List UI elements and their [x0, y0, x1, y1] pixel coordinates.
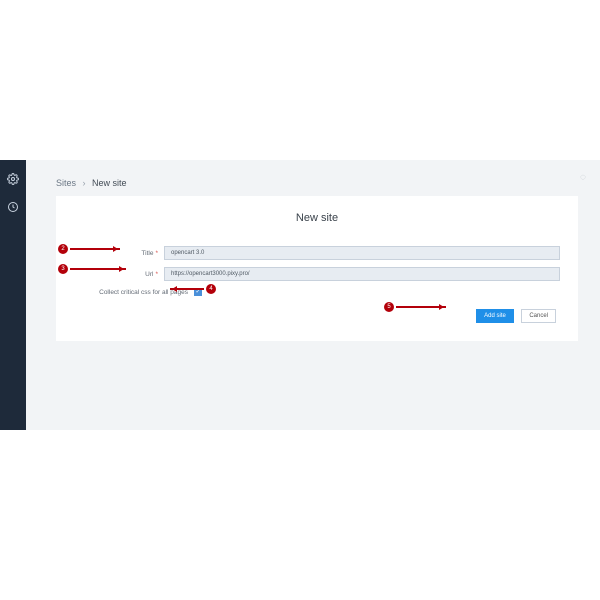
form-card: New site Title* opencart 3.0 Url* https:…: [56, 196, 578, 341]
main-area: ◌ Sites › New site New site Title* openc…: [26, 160, 600, 430]
annotation-badge-5: 5: [384, 302, 394, 312]
annotation-badge-3: 3: [58, 264, 68, 274]
title-label: Title: [141, 250, 153, 257]
help-icon[interactable]: ◌: [580, 172, 586, 183]
crumb-current: New site: [92, 178, 127, 188]
title-input[interactable]: opencart 3.0: [164, 246, 560, 260]
annotation-arrow-4: [170, 288, 204, 290]
clock-icon[interactable]: [7, 200, 19, 218]
add-site-button[interactable]: Add site: [476, 309, 514, 323]
url-input[interactable]: https://opencart3000.pixy.pro/: [164, 267, 560, 281]
page-title: New site: [74, 212, 560, 224]
crumb-parent[interactable]: Sites: [56, 178, 76, 188]
sidebar: [0, 160, 26, 430]
annotation-badge-4: 4: [206, 284, 216, 294]
annotation-arrow-3: [70, 268, 126, 270]
url-label: Url: [145, 271, 153, 278]
annotation-arrow-2: [70, 248, 120, 250]
breadcrumb: Sites › New site: [56, 178, 578, 188]
annotation-badge-2: 2: [58, 244, 68, 254]
annotation-arrow-5: [396, 306, 446, 308]
cancel-button[interactable]: Cancel: [521, 309, 556, 323]
gear-icon[interactable]: [7, 172, 19, 190]
